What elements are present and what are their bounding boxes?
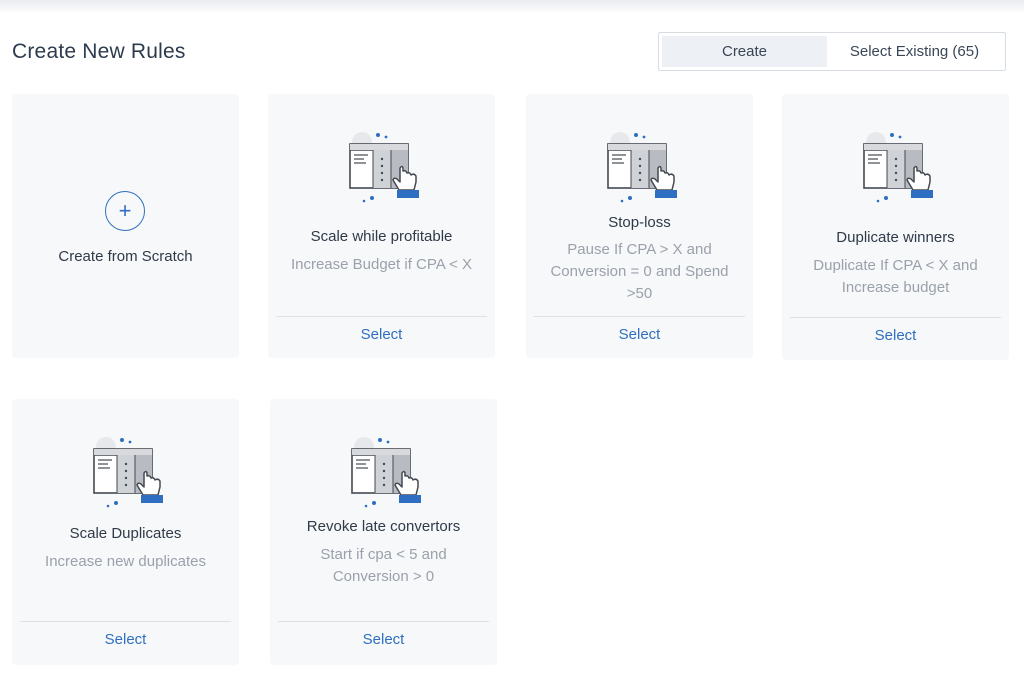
- card-description: Duplicate If CPA < X and Increase budget: [813, 257, 978, 296]
- select-button[interactable]: Select: [782, 327, 1009, 344]
- template-card-stop-loss: Stop-loss Pause If CPA > X and Conversio…: [526, 94, 753, 358]
- card-title: Create from Scratch: [58, 248, 193, 265]
- template-card-duplicate-winners: Duplicate winners Duplicate If CPA < X a…: [782, 94, 1009, 360]
- card-divider: [790, 317, 1001, 318]
- card-description: Increase new duplicates: [45, 553, 206, 570]
- card-title: Stop-loss: [608, 214, 671, 231]
- template-card-scale-duplicates: Scale Duplicates Increase new duplicates…: [12, 399, 239, 665]
- card-divider: [278, 621, 489, 622]
- rule-template-icon: [600, 132, 680, 208]
- card-description: Increase Budget if CPA < X: [290, 256, 473, 273]
- card-description: Pause If CPA > X and Conversion = 0 and …: [550, 241, 729, 302]
- rule-template-icon: [856, 132, 936, 208]
- top-bar-shadow: [0, 0, 1024, 14]
- card-divider: [20, 621, 231, 622]
- select-existing-tab[interactable]: Select Existing (65): [827, 36, 1002, 67]
- select-button[interactable]: Select: [526, 326, 753, 343]
- select-button[interactable]: Select: [12, 631, 239, 648]
- card-title: Scale Duplicates: [69, 525, 182, 542]
- rule-template-icon: [342, 132, 422, 208]
- mode-toggle: Create Select Existing (65): [658, 32, 1006, 71]
- card-title: Scale while profitable: [310, 228, 453, 245]
- card-title: Duplicate winners: [836, 229, 955, 246]
- create-tab[interactable]: Create: [662, 36, 827, 67]
- card-description: Start if cpa < 5 and Conversion > 0: [320, 546, 447, 585]
- select-button[interactable]: Select: [268, 326, 495, 343]
- template-card-revoke-late-convertors: Revoke late convertors Start if cpa < 5 …: [270, 399, 497, 665]
- rule-template-icon: [86, 437, 166, 513]
- page-title: Create New Rules: [12, 40, 186, 63]
- card-divider: [534, 316, 745, 317]
- plus-icon[interactable]: +: [105, 191, 145, 231]
- card-divider: [276, 316, 487, 317]
- rule-template-icon: [344, 437, 424, 513]
- create-from-scratch-card[interactable]: + Create from Scratch: [12, 94, 239, 358]
- select-button[interactable]: Select: [270, 631, 497, 648]
- card-title: Revoke late convertors: [306, 518, 461, 535]
- template-card-scale-while-profitable: Scale while profitable Increase Budget i…: [268, 94, 495, 358]
